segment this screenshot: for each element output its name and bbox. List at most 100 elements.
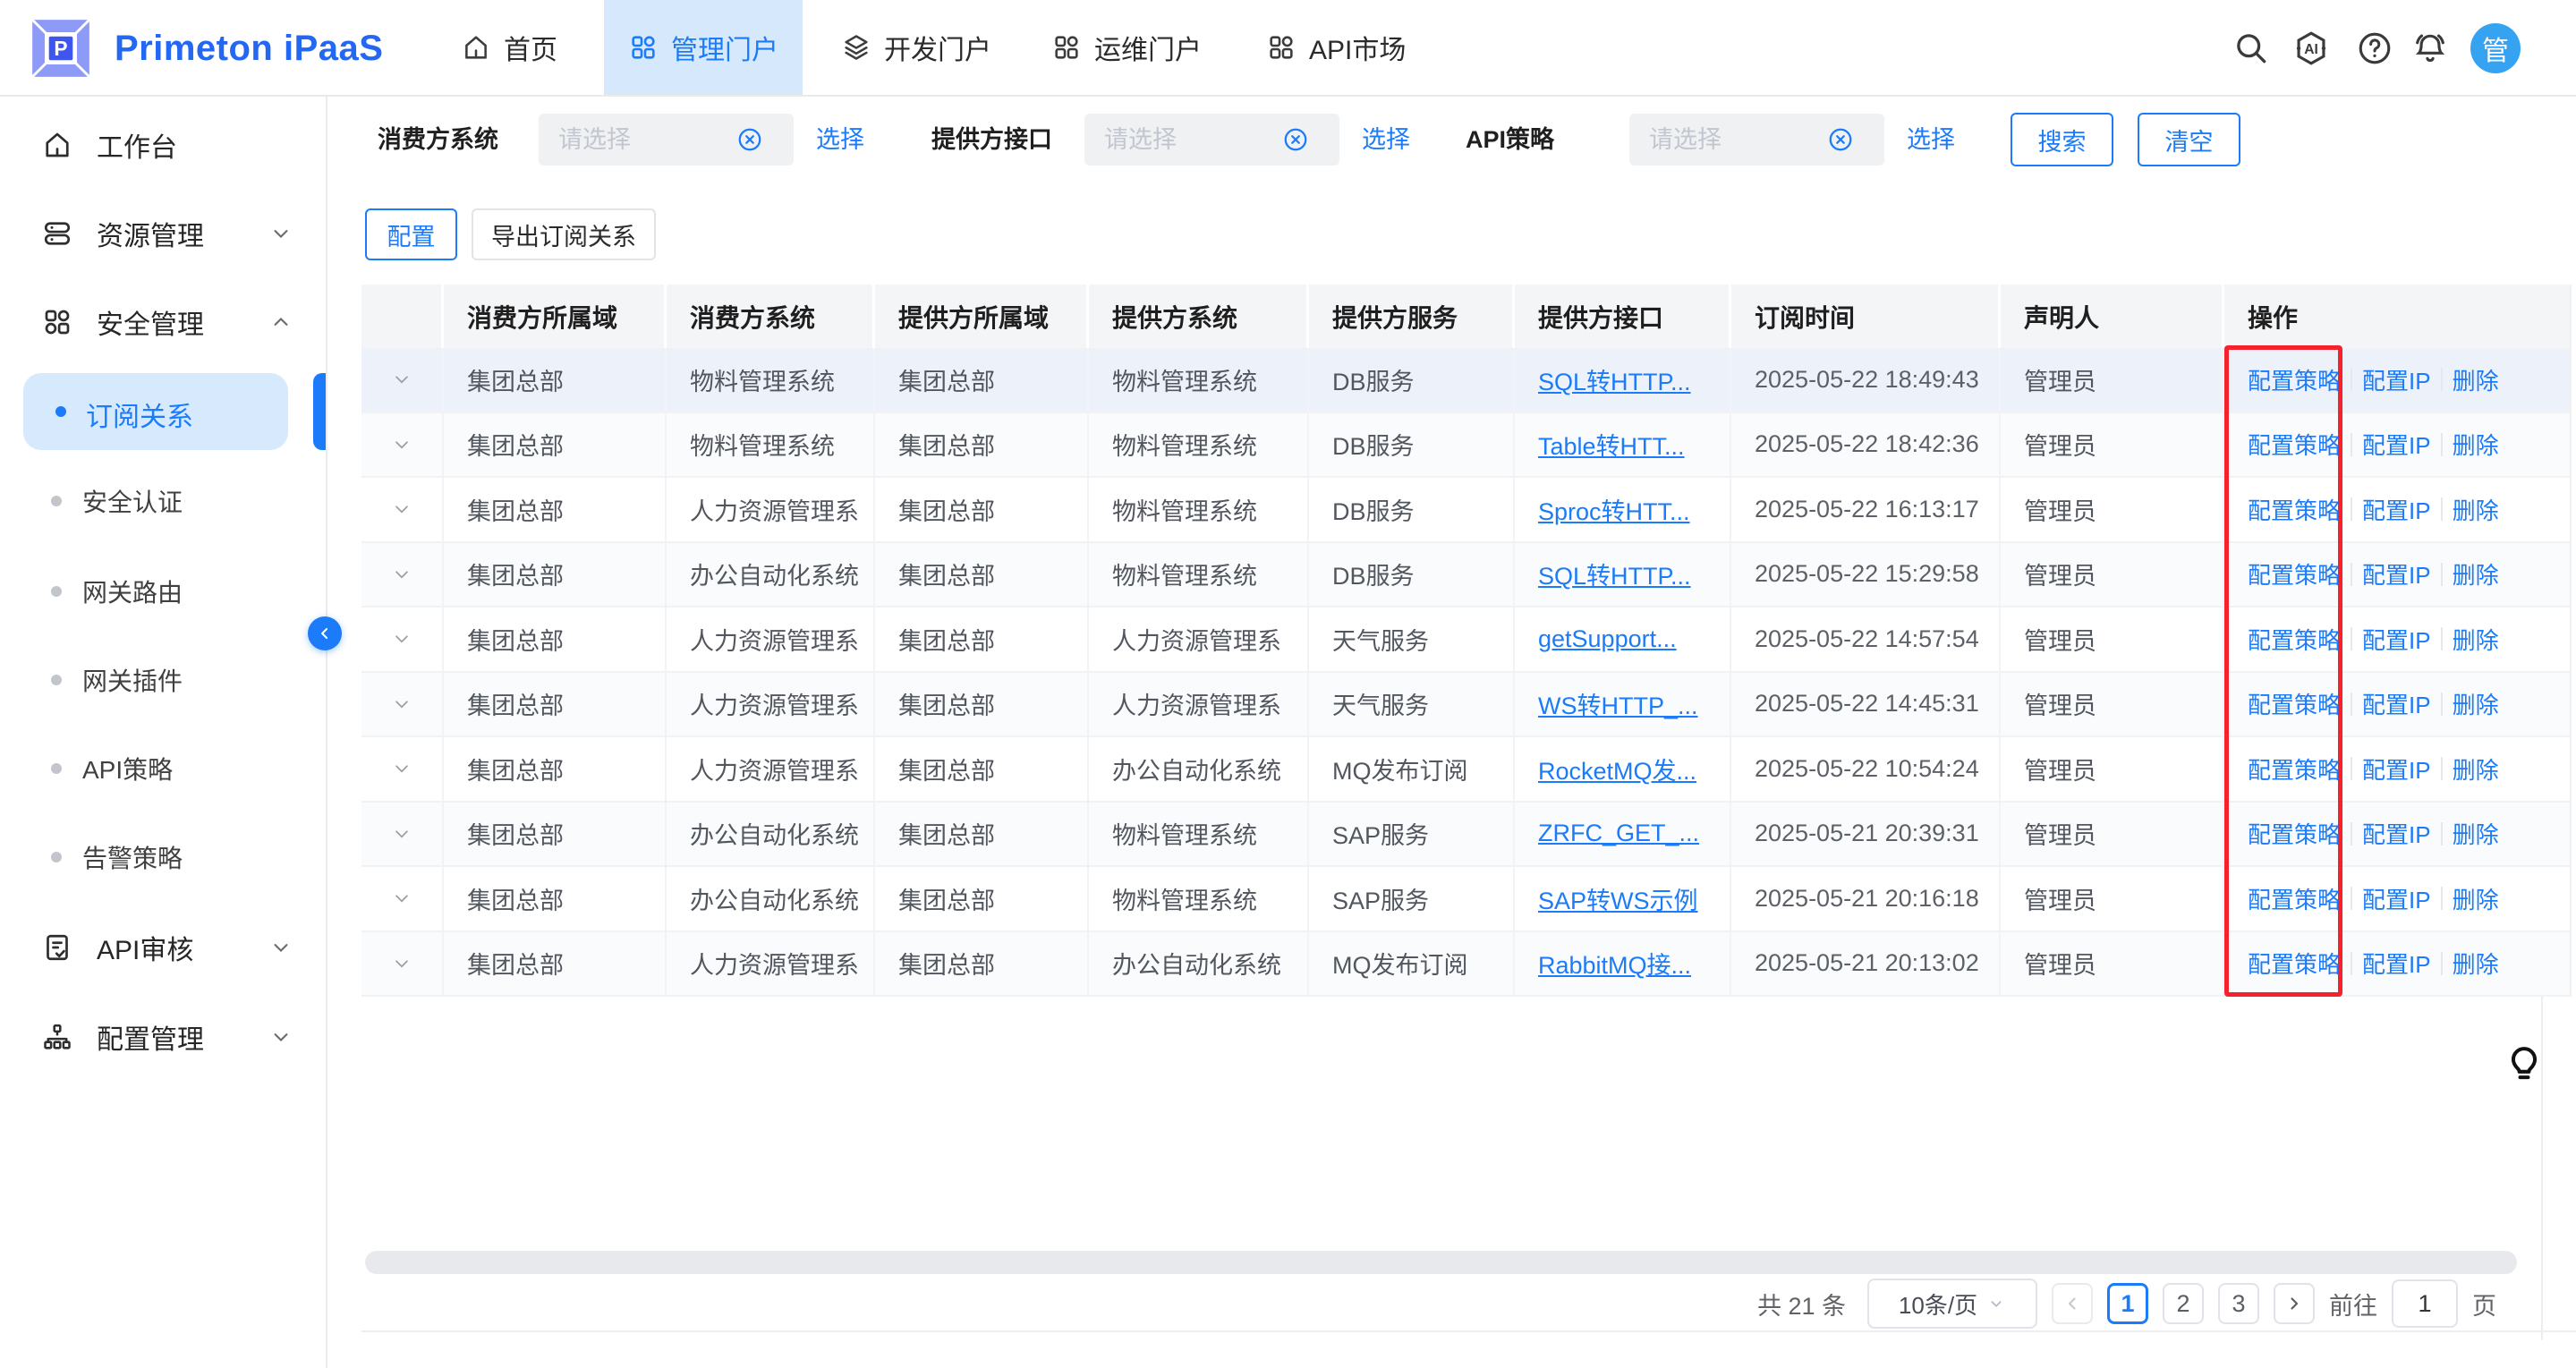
sidebar-item-alert-policy[interactable]: 告警策略 xyxy=(0,830,326,884)
choose-consumer-system-link[interactable]: 选择 xyxy=(816,113,864,166)
configure-policy-link[interactable]: 配置策略 xyxy=(2248,687,2341,720)
choose-provider-api-link[interactable]: 选择 xyxy=(1362,113,1410,166)
delete-link[interactable]: 删除 xyxy=(2453,557,2499,591)
configure-policy-link[interactable]: 配置策略 xyxy=(2248,363,2341,396)
page-button-3[interactable]: 3 xyxy=(2218,1283,2259,1324)
configure-ip-link[interactable]: 配置IP xyxy=(2362,428,2431,461)
row-expand-toggle[interactable] xyxy=(361,413,444,477)
row-expand-toggle[interactable] xyxy=(361,737,444,801)
page-button-2[interactable]: 2 xyxy=(2163,1283,2204,1324)
page-button-1[interactable]: 1 xyxy=(2107,1283,2148,1324)
delete-link[interactable]: 删除 xyxy=(2453,623,2499,656)
configure-ip-link[interactable]: 配置IP xyxy=(2362,752,2431,786)
ai-assistant-icon[interactable]: AI xyxy=(2291,29,2331,68)
configure-policy-link[interactable]: 配置策略 xyxy=(2248,557,2341,591)
sidebar-item-api-policy[interactable]: API策略 xyxy=(0,742,326,795)
provider-api-link[interactable]: RocketMQ发... xyxy=(1538,752,1696,786)
table-row[interactable]: 集团总部 人力资源管理系 集团总部 办公自动化系统 MQ发布订阅 RabbitM… xyxy=(361,932,2570,998)
clear-button[interactable]: 清空 xyxy=(2138,113,2240,166)
next-page-button[interactable] xyxy=(2274,1283,2315,1324)
configure-ip-link[interactable]: 配置IP xyxy=(2362,493,2431,526)
delete-link[interactable]: 删除 xyxy=(2453,817,2499,850)
table-row[interactable]: 集团总部 办公自动化系统 集团总部 物料管理系统 DB服务 SQL转HTTP..… xyxy=(361,543,2570,608)
provider-api-link[interactable]: SAP转WS示例 xyxy=(1538,881,1698,916)
configure-policy-link[interactable]: 配置策略 xyxy=(2248,947,2341,980)
configure-policy-link[interactable]: 配置策略 xyxy=(2248,752,2341,786)
table-row[interactable]: 集团总部 办公自动化系统 集团总部 物料管理系统 SAP服务 ZRFC_GET_… xyxy=(361,803,2570,868)
clear-circle-icon[interactable] xyxy=(736,126,763,153)
search-icon[interactable] xyxy=(2232,29,2271,68)
table-row[interactable]: 集团总部 办公自动化系统 集团总部 物料管理系统 SAP服务 SAP转WS示例 … xyxy=(361,867,2570,932)
configure-policy-link[interactable]: 配置策略 xyxy=(2248,493,2341,526)
provider-api-link[interactable]: SQL转HTTP... xyxy=(1538,362,1691,397)
provider-api-link[interactable]: WS转HTTP_... xyxy=(1538,686,1698,721)
provider-api-link[interactable]: Sproc转HTT... xyxy=(1538,492,1690,527)
brand-logo[interactable]: P Primeton iPaaS xyxy=(23,11,383,86)
delete-link[interactable]: 删除 xyxy=(2453,493,2499,526)
table-row[interactable]: 集团总部 物料管理系统 集团总部 物料管理系统 DB服务 Table转HTT..… xyxy=(361,413,2570,479)
delete-link[interactable]: 删除 xyxy=(2453,687,2499,720)
table-row[interactable]: 集团总部 人力资源管理系 集团总部 物料管理系统 DB服务 Sproc转HTT.… xyxy=(361,478,2570,543)
table-row[interactable]: 集团总部 人力资源管理系 集团总部 人力资源管理系 天气服务 WS转HTTP_.… xyxy=(361,673,2570,738)
configure-ip-link[interactable]: 配置IP xyxy=(2362,687,2431,720)
row-expand-toggle[interactable] xyxy=(361,543,444,607)
user-avatar[interactable]: 管 xyxy=(2470,23,2521,73)
provider-api-link[interactable]: ZRFC_GET_... xyxy=(1538,820,1699,847)
table-row[interactable]: 集团总部 物料管理系统 集团总部 物料管理系统 DB服务 SQL转HTTP...… xyxy=(361,348,2570,413)
sidebar-item-security-mgmt[interactable]: 安全管理 xyxy=(0,295,326,349)
provider-api-link[interactable]: SQL转HTTP... xyxy=(1538,557,1691,591)
search-button[interactable]: 搜索 xyxy=(2011,113,2113,166)
prev-page-button[interactable] xyxy=(2052,1283,2093,1324)
provider-api-link[interactable]: RabbitMQ接... xyxy=(1538,946,1691,981)
page-size-select[interactable]: 10条/页 xyxy=(1867,1279,2037,1329)
configure-policy-link[interactable]: 配置策略 xyxy=(2248,623,2341,656)
provider-api-link[interactable]: getSupport... xyxy=(1538,625,1677,653)
provider-api-link[interactable]: Table转HTT... xyxy=(1538,427,1685,462)
clear-circle-icon[interactable] xyxy=(1827,126,1854,153)
sidebar-item-api-audit[interactable]: API审核 xyxy=(0,921,326,974)
configure-ip-link[interactable]: 配置IP xyxy=(2362,947,2431,980)
sidebar-item-config-mgmt[interactable]: 配置管理 xyxy=(0,1010,326,1064)
nav-item-admin-portal[interactable]: 管理门户 xyxy=(604,0,803,95)
nav-item-dev-portal[interactable]: 开发门户 xyxy=(832,0,1000,95)
configure-ip-link[interactable]: 配置IP xyxy=(2362,817,2431,850)
configure-ip-link[interactable]: 配置IP xyxy=(2362,623,2431,656)
clear-circle-icon[interactable] xyxy=(1282,126,1309,153)
configure-policy-link[interactable]: 配置策略 xyxy=(2248,428,2341,461)
configure-policy-link[interactable]: 配置策略 xyxy=(2248,817,2341,850)
choose-api-policy-link[interactable]: 选择 xyxy=(1907,113,1955,166)
table-row[interactable]: 集团总部 人力资源管理系 集团总部 人力资源管理系 天气服务 getSuppor… xyxy=(361,608,2570,673)
sidebar-item-gateway-plugin[interactable]: 网关插件 xyxy=(0,653,326,707)
delete-link[interactable]: 删除 xyxy=(2453,947,2499,980)
row-expand-toggle[interactable] xyxy=(361,608,444,671)
lightbulb-hint-icon[interactable] xyxy=(2504,1043,2545,1084)
nav-item-home[interactable]: 首页 xyxy=(452,0,566,95)
row-expand-toggle[interactable] xyxy=(361,932,444,996)
delete-link[interactable]: 删除 xyxy=(2453,752,2499,786)
configure-ip-link[interactable]: 配置IP xyxy=(2362,882,2431,915)
delete-link[interactable]: 删除 xyxy=(2453,428,2499,461)
sidebar-collapse-button[interactable] xyxy=(308,616,342,650)
sidebar-item-subscription-active[interactable]: 订阅关系 xyxy=(23,373,288,450)
configure-button[interactable]: 配置 xyxy=(365,208,457,260)
notification-bell-icon[interactable] xyxy=(2410,29,2450,68)
table-row[interactable]: 集团总部 人力资源管理系 集团总部 办公自动化系统 MQ发布订阅 RocketM… xyxy=(361,737,2570,803)
help-icon[interactable] xyxy=(2355,29,2394,68)
nav-item-api-market[interactable]: API市场 xyxy=(1257,0,1415,95)
delete-link[interactable]: 删除 xyxy=(2453,363,2499,396)
delete-link[interactable]: 删除 xyxy=(2453,882,2499,915)
row-expand-toggle[interactable] xyxy=(361,867,444,930)
configure-ip-link[interactable]: 配置IP xyxy=(2362,557,2431,591)
nav-item-ops-portal[interactable]: 运维门户 xyxy=(1042,0,1211,95)
sidebar-item-workbench[interactable]: 工作台 xyxy=(0,118,326,172)
configure-policy-link[interactable]: 配置策略 xyxy=(2248,882,2341,915)
row-expand-toggle[interactable] xyxy=(361,673,444,736)
row-expand-toggle[interactable] xyxy=(361,348,444,412)
sidebar-item-security-auth[interactable]: 安全认证 xyxy=(0,474,326,528)
row-expand-toggle[interactable] xyxy=(361,478,444,541)
configure-ip-link[interactable]: 配置IP xyxy=(2362,363,2431,396)
horizontal-scrollbar[interactable] xyxy=(365,1251,2517,1274)
export-subscriptions-button[interactable]: 导出订阅关系 xyxy=(472,208,656,260)
sidebar-item-resource-mgmt[interactable]: 资源管理 xyxy=(0,207,326,260)
sidebar-item-gateway-route[interactable]: 网关路由 xyxy=(0,565,326,618)
